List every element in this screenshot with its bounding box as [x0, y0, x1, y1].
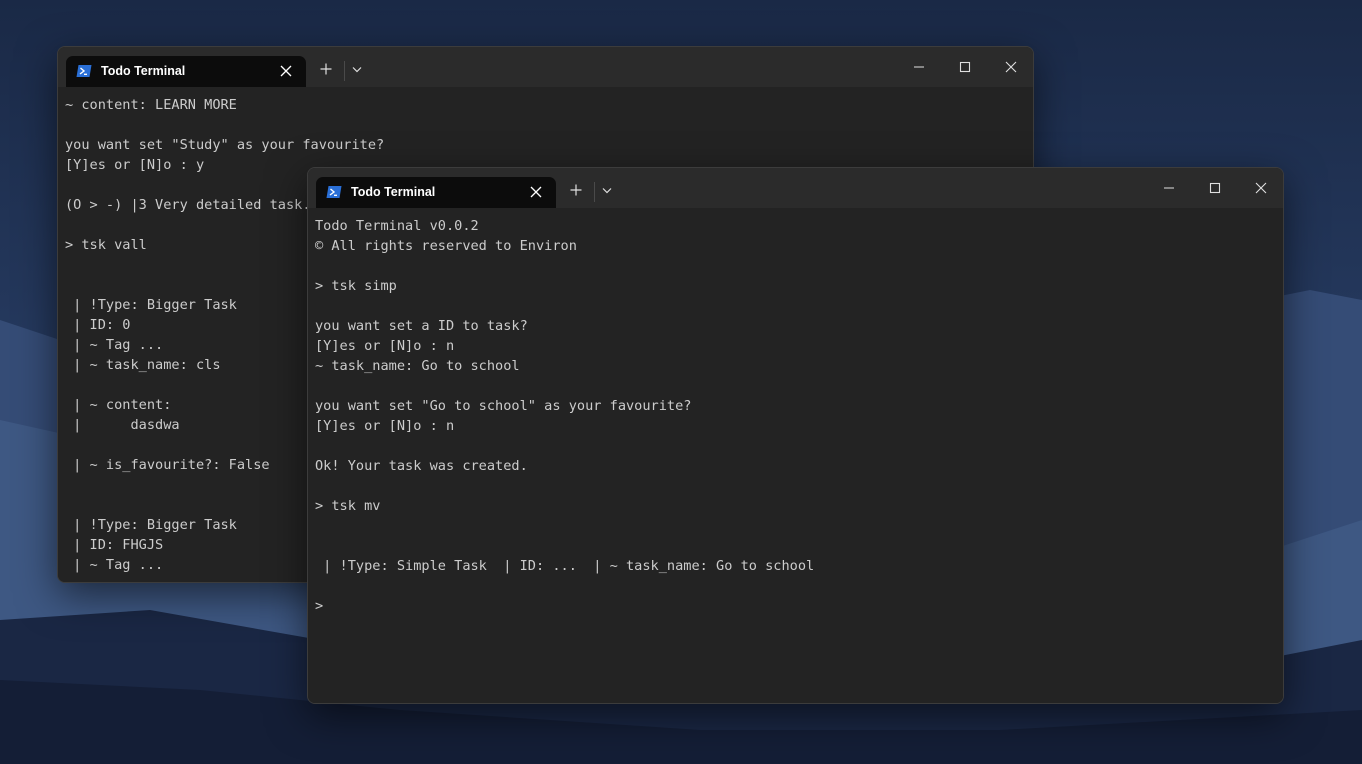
terminal-line: > tsk simp: [315, 278, 397, 294]
titlebar[interactable]: Todo Terminal: [58, 47, 1033, 87]
maximize-icon[interactable]: [1209, 182, 1221, 194]
terminal-window-front[interactable]: Todo Terminal Todo Terminal v0.0.2 © All …: [307, 167, 1284, 704]
powershell-icon: [76, 65, 92, 77]
minimize-icon[interactable]: [1163, 182, 1175, 194]
tab-todo-terminal[interactable]: Todo Terminal: [316, 177, 556, 208]
close-icon[interactable]: [280, 65, 292, 77]
maximize-icon[interactable]: [959, 61, 971, 73]
tab-todo-terminal[interactable]: Todo Terminal: [66, 56, 306, 87]
window-close-icon[interactable]: [1255, 182, 1267, 194]
terminal-line: you want set a ID to task?: [315, 318, 528, 334]
terminal-line: >: [315, 598, 324, 614]
terminal-line: Todo Terminal v0.0.2: [315, 218, 479, 234]
terminal-line: you want set "Study" as your favourite?: [65, 137, 385, 153]
terminal-line: © All rights reserved to Environ: [315, 238, 577, 254]
tab-separator: [594, 182, 595, 202]
chevron-down-icon[interactable]: [602, 187, 612, 194]
terminal-line: > tsk mv: [315, 498, 381, 514]
close-icon[interactable]: [530, 186, 542, 198]
tab-title: Todo Terminal: [351, 185, 436, 199]
chevron-down-icon[interactable]: [352, 66, 362, 73]
minimize-icon[interactable]: [913, 61, 925, 73]
powershell-icon: [326, 186, 342, 198]
terminal-line: Ok! Your task was created.: [315, 458, 528, 474]
terminal-output[interactable]: Todo Terminal v0.0.2 © All rights reserve…: [308, 208, 1283, 703]
titlebar[interactable]: Todo Terminal: [308, 168, 1283, 208]
terminal-line: you want set "Go to school" as your favo…: [315, 398, 692, 414]
terminal-line: | !Type: Simple Task | ID: ... | ~ task_…: [315, 558, 815, 574]
plus-icon[interactable]: [320, 63, 332, 75]
plus-icon[interactable]: [570, 184, 582, 196]
tab-separator: [344, 61, 345, 81]
terminal-line: ~ task_name: Go to school: [315, 358, 520, 374]
terminal-line: ~ content: LEARN MORE: [65, 97, 237, 113]
window-close-icon[interactable]: [1005, 61, 1017, 73]
terminal-line: [Y]es or [N]o : n: [315, 418, 455, 434]
terminal-line: [Y]es or [N]o : n: [315, 338, 455, 354]
tab-title: Todo Terminal: [101, 64, 186, 78]
